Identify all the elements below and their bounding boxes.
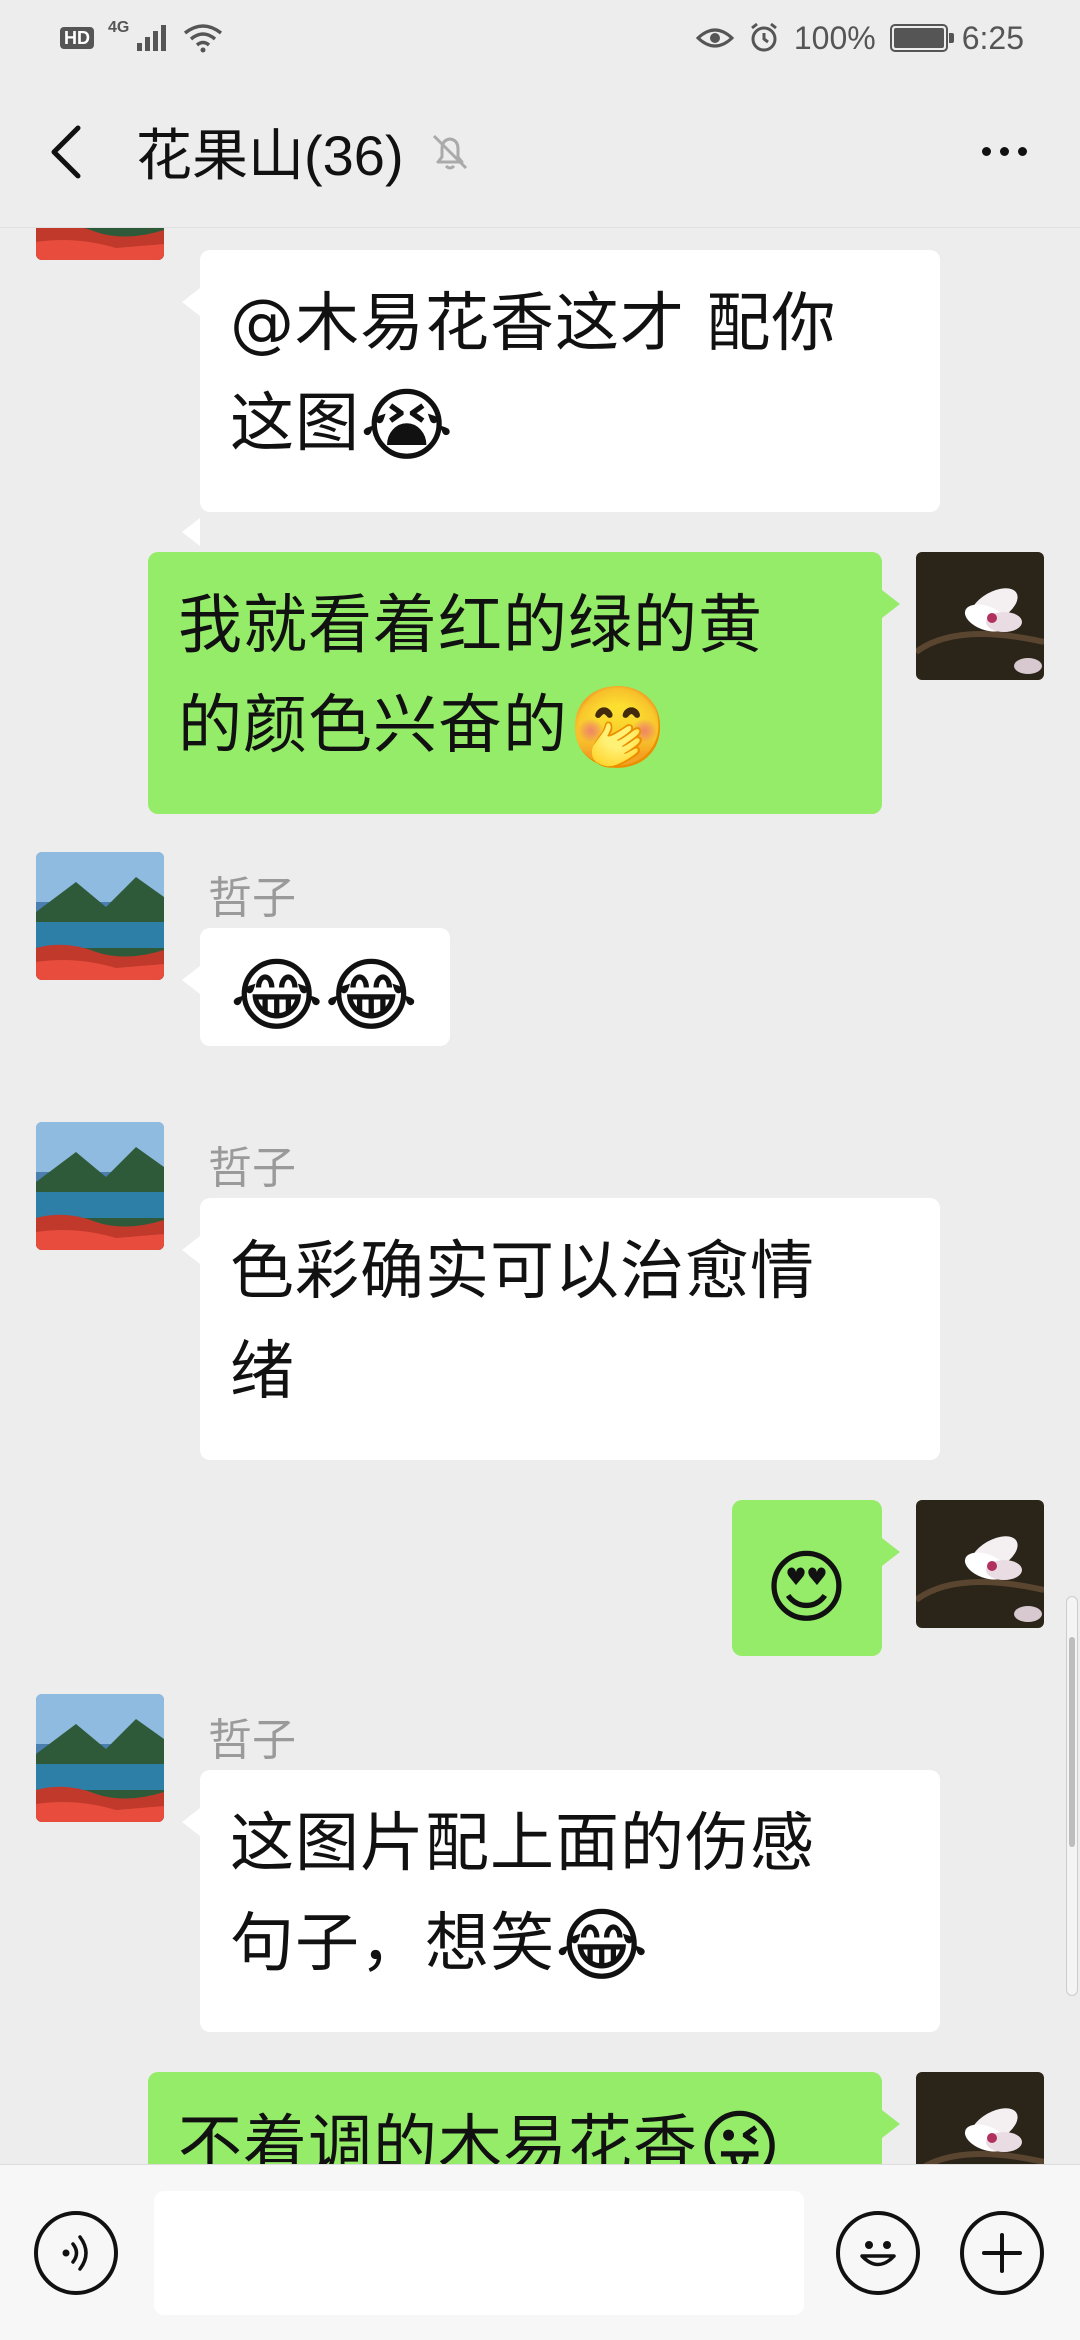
sender-name: 哲子	[208, 873, 296, 924]
lake-avatar-image	[36, 1694, 164, 1822]
message-bubble[interactable]: 色彩确实可以治愈情 绪	[182, 1198, 940, 1460]
message-bubble[interactable]: 不着调的木易花香😜	[148, 2072, 900, 2165]
message-bubble[interactable]: 我就看着红的绿的黄 的颜色兴奋的🤭	[148, 552, 900, 814]
magnolia-avatar-image	[916, 552, 1044, 680]
chat-message-list[interactable]: @木易花香这才 配你 这图😭 我就看着红的绿的黄 的颜色兴奋的🤭 哲子 😂😂 哲…	[0, 228, 1080, 2164]
message-text-line: @木易花香这才 配你	[230, 287, 837, 361]
message-text-line: 这图片配上面的伤感	[230, 1807, 815, 1881]
more-options-button[interactable]	[964, 122, 1044, 182]
eye-comfort-icon	[695, 28, 734, 48]
muted-bell-icon	[432, 134, 467, 169]
signal-icon	[137, 25, 167, 51]
avatar[interactable]	[916, 1500, 1044, 1628]
chat-title: 花果山(36)	[136, 124, 404, 187]
status-left: HD 4G	[60, 19, 223, 53]
message-bubble[interactable]: @木易花香这才 配你 这图😭	[182, 250, 940, 512]
network-type: 4G	[108, 19, 130, 36]
magnolia-avatar-image	[916, 2072, 1044, 2164]
message-text-line: 不着调的木易花香	[178, 2109, 698, 2164]
avatar[interactable]	[36, 1122, 164, 1250]
avatar[interactable]	[36, 1694, 164, 1822]
input-bar	[0, 2164, 1080, 2340]
message-input[interactable]	[154, 2190, 804, 2315]
sender-name: 哲子	[208, 1715, 296, 1766]
emoji: 🤭	[568, 681, 669, 774]
message-text-line: 句子，想笑	[230, 1907, 555, 1981]
status-bar: HD 4G 100% 6:25	[0, 0, 1080, 76]
scrollbar[interactable]	[1066, 1596, 1078, 1996]
back-arrow-icon	[51, 125, 81, 178]
battery-icon	[889, 24, 954, 52]
message-text-line: 的颜色兴奋的	[178, 689, 568, 763]
message-text-line: 绪	[230, 1335, 295, 1409]
message-text-line: 色彩确实可以治愈情	[230, 1235, 815, 1309]
back-button[interactable]	[36, 122, 96, 182]
avatar[interactable]	[36, 852, 164, 980]
magnolia-avatar-image	[916, 1500, 1044, 1628]
emoji-icon	[860, 2240, 896, 2266]
status-right: 100% 6:25	[695, 19, 1024, 57]
plus-icon	[982, 2232, 1022, 2273]
avatar[interactable]	[36, 228, 164, 260]
lake-avatar-image	[36, 852, 164, 980]
emoji: 😜	[698, 2101, 783, 2165]
more-functions-button[interactable]	[960, 2210, 1044, 2295]
voice-icon	[62, 2234, 88, 2271]
avatar[interactable]	[916, 2072, 1044, 2164]
clock: 6:25	[961, 19, 1024, 56]
message-text-line: 这图	[230, 387, 360, 461]
wifi-icon	[184, 24, 223, 53]
emoji: 😭	[360, 379, 455, 472]
emoji: 😍	[764, 1541, 850, 1634]
message-bubble[interactable]: 😍	[732, 1500, 900, 1656]
more-dots-icon	[981, 147, 991, 156]
alarm-icon	[750, 22, 777, 52]
message-text-line: 我就看着红的绿的黄	[178, 589, 763, 663]
message-bubble[interactable]: 这图片配上面的伤感 句子，想笑😂	[182, 1770, 940, 2032]
sender-name: 哲子	[208, 1143, 296, 1194]
scrollbar-thumb[interactable]	[1069, 1637, 1075, 1847]
lake-avatar-image	[36, 1122, 164, 1250]
voice-button[interactable]	[34, 2210, 118, 2295]
emoji: 😂😂	[230, 949, 419, 1042]
title-bar: 花果山(36)	[0, 76, 1080, 228]
avatar[interactable]	[916, 552, 1044, 680]
message-bubble[interactable]: 😂😂	[182, 928, 450, 1046]
emoji: 😂	[555, 1899, 650, 1992]
lake-avatar-image	[36, 228, 164, 260]
hd-badge: HD	[60, 27, 94, 49]
emoji-button[interactable]	[836, 2210, 920, 2295]
battery-percent: 100%	[793, 19, 876, 56]
